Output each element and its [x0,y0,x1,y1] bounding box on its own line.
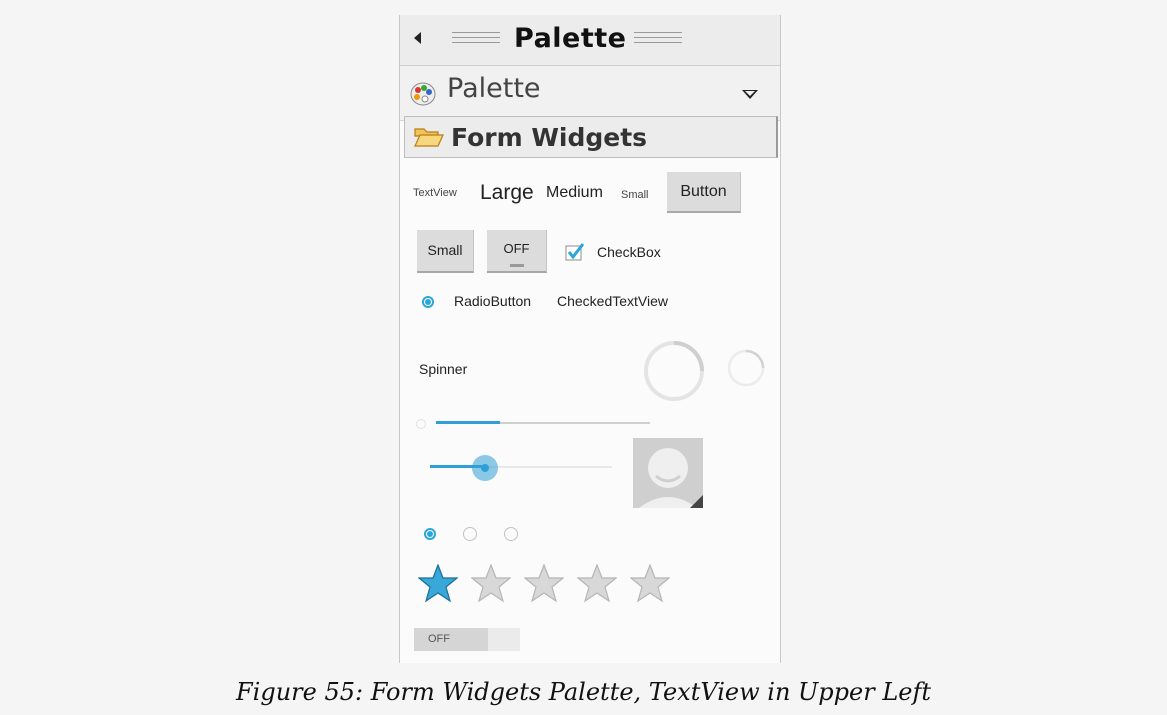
rating-star-icon[interactable] [418,564,458,604]
checkbox-widget[interactable] [565,242,585,262]
right-grip-icon[interactable] [634,32,682,46]
progress-large-widget [644,341,704,401]
spinner-widget[interactable]: Spinner [419,361,467,377]
form-widgets-drawer[interactable]: Form Widgets [404,116,778,158]
textview-widget[interactable]: TextView [413,187,457,199]
radio-group-option[interactable] [424,528,436,540]
radio-button-label: RadioButton [454,293,532,309]
palette-dropdown-label: Palette [447,73,541,104]
medium-textview-widget[interactable]: Medium [546,184,603,202]
button-widget[interactable]: Button [667,172,741,213]
radio-group-option[interactable] [504,527,518,541]
collapse-arrow-icon[interactable] [414,32,421,44]
palette-icon [410,82,436,106]
folder-open-icon [414,128,444,147]
panel-title: Palette [514,23,627,54]
small-textview-widget[interactable]: Small [621,189,649,201]
quick-contact-badge-icon[interactable] [633,438,703,508]
switch-label: OFF [428,633,450,645]
rating-star-icon[interactable] [524,564,564,604]
toggle-button-widget[interactable]: OFF [487,230,547,273]
checked-textview-widget[interactable]: CheckedTextView [557,293,668,309]
small-button-widget[interactable]: Small [417,230,474,273]
rating-star-icon[interactable] [471,564,511,604]
rating-star-icon[interactable] [577,564,617,604]
palette-title-bar: Palette [400,15,780,66]
radio-button-widget[interactable] [422,296,434,308]
rating-star-icon[interactable] [630,564,670,604]
toggle-indicator [510,264,524,267]
progress-medium-widget [727,349,765,387]
radio-group-option[interactable] [463,527,477,541]
palette-panel: Palette Palette Form Widgets TextView La… [399,15,781,663]
figure-caption: Figure 55: Form Widgets Palette, TextVie… [236,678,931,706]
switch-widget[interactable]: OFF [414,628,520,651]
checkbox-label: CheckBox [597,244,661,260]
toggle-button-label: OFF [503,241,530,256]
drawer-label: Form Widgets [451,123,648,152]
large-textview-widget[interactable]: Large [480,181,534,205]
left-grip-icon[interactable] [452,32,500,46]
palette-dropdown[interactable]: Palette [400,66,780,121]
chevron-down-icon [742,90,758,99]
